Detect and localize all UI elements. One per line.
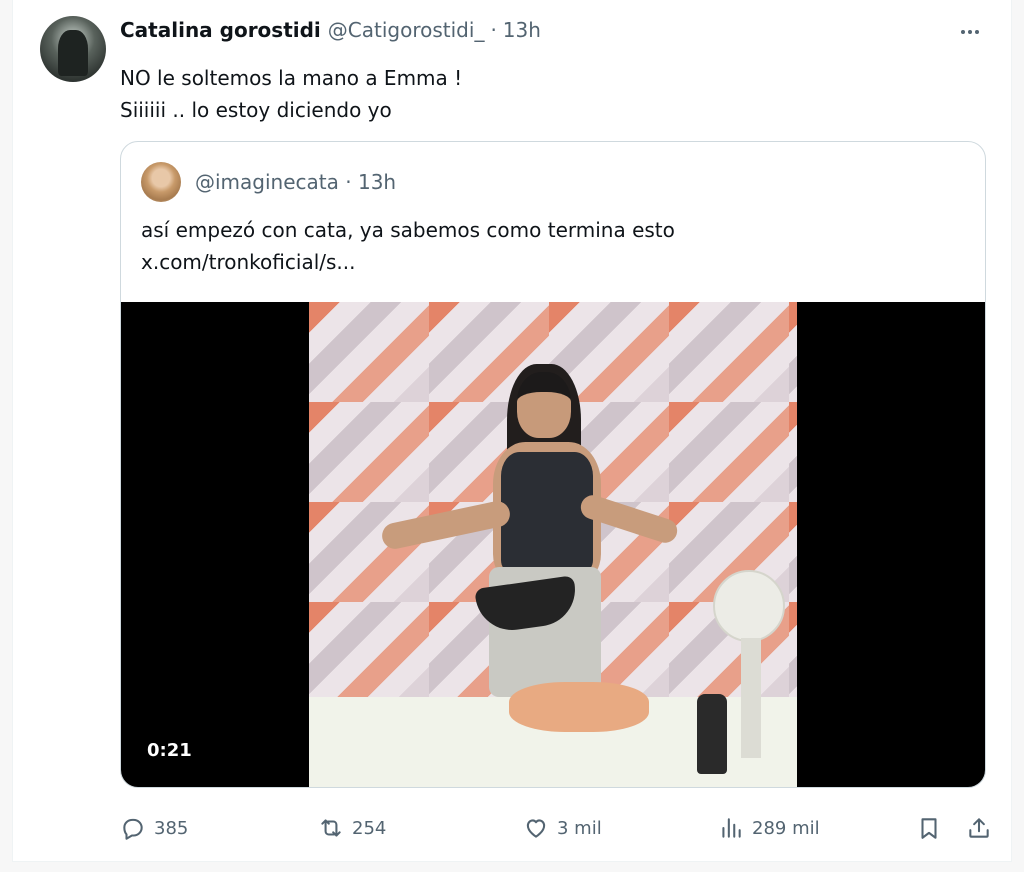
tweet-text: NO le soltemos la mano a Emma ! Siiiiii …: [120, 62, 462, 126]
quoted-author-avatar[interactable]: [141, 162, 181, 202]
views-button[interactable]: 289 mil: [718, 810, 820, 846]
quoted-header: @imaginecata · 13h: [195, 170, 396, 194]
quoted-handle[interactable]: @imaginecata: [195, 170, 339, 194]
more-icon[interactable]: [955, 20, 985, 44]
repost-button[interactable]: 254: [318, 810, 386, 846]
reply-icon: [123, 818, 143, 840]
header-separator: ·: [490, 18, 497, 42]
bookmark-icon: [921, 818, 937, 839]
tweet-card[interactable]: Catalina gorostidi @Catigorostidi_ · 13h…: [12, 0, 1012, 862]
reply-button[interactable]: 385: [120, 810, 188, 846]
quoted-separator: ·: [345, 170, 352, 194]
tweet-text-line-1: NO le soltemos la mano a Emma !: [120, 66, 463, 90]
tweet-text-line-2: Siiiiii .. lo estoy diciendo yo: [120, 98, 392, 122]
quoted-text-line: así empezó con cata, ya sabemos como ter…: [141, 218, 675, 242]
video-frame: [309, 302, 797, 787]
quoted-tweet[interactable]: @imaginecata · 13h así empezó con cata, …: [120, 141, 986, 788]
bookmark-button[interactable]: [916, 810, 942, 846]
author-handle[interactable]: @Catigorostidi_: [328, 18, 485, 42]
reply-count: 385: [154, 817, 189, 839]
tweet-time[interactable]: 13h: [503, 18, 541, 42]
views-count: 289 mil: [752, 817, 820, 839]
video-duration: 0:21: [147, 740, 192, 761]
share-icon: [969, 818, 989, 838]
quoted-time[interactable]: 13h: [358, 170, 396, 194]
quoted-link[interactable]: x.com/tronkoficial/s...: [141, 246, 675, 278]
repost-count: 254: [352, 817, 387, 839]
author-name[interactable]: Catalina gorostidi: [120, 18, 321, 42]
video-player[interactable]: 0:21: [121, 302, 985, 787]
like-button[interactable]: 3 mil: [523, 810, 602, 846]
share-button[interactable]: [966, 810, 992, 846]
repost-icon: [321, 819, 341, 837]
tweet-header: Catalina gorostidi @Catigorostidi_ · 13h: [120, 18, 541, 42]
like-count: 3 mil: [557, 817, 602, 839]
quoted-text: así empezó con cata, ya sabemos como ter…: [141, 214, 675, 278]
views-icon: [722, 818, 741, 838]
heart-icon: [526, 819, 546, 838]
author-avatar[interactable]: [40, 16, 106, 82]
action-bar: 385 254 3 mil 289 mil: [120, 810, 990, 846]
